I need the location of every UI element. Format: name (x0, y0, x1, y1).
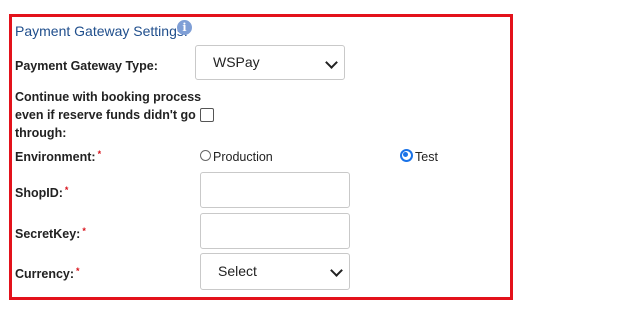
secret-key-label: SecretKey: * (15, 225, 86, 243)
currency-select[interactable]: Select (200, 253, 350, 290)
required-mark: * (82, 226, 86, 236)
continue-booking-label-line3: through: (15, 126, 67, 140)
secret-key-input[interactable] (200, 213, 350, 249)
currency-label: Currency: * (15, 265, 80, 283)
gateway-type-value: WSPay (213, 54, 260, 70)
shop-id-label: ShopID: * (15, 184, 68, 202)
environment-radio-test[interactable] (400, 149, 413, 162)
shop-id-label-text: ShopID: (15, 186, 63, 200)
environment-label-text: Environment: (15, 150, 96, 164)
environment-radio-production[interactable] (200, 150, 211, 161)
chevron-down-icon (330, 264, 343, 277)
info-icon[interactable]: i (177, 20, 192, 35)
section-title: Payment Gateway Settings: (15, 23, 188, 39)
continue-booking-label-line2: even if reserve funds didn't go (15, 108, 196, 122)
secret-key-label-text: SecretKey: (15, 227, 81, 241)
required-mark: * (97, 149, 102, 159)
continue-booking-label: Continue with booking process even if re… (15, 88, 201, 142)
chevron-down-icon (325, 56, 338, 69)
environment-label: Environment: * (15, 148, 101, 166)
required-mark: * (64, 185, 69, 195)
environment-option-test-label: Test (415, 150, 438, 164)
required-mark: * (76, 266, 80, 276)
continue-booking-checkbox[interactable] (200, 108, 214, 122)
environment-option-production-label: Production (213, 150, 273, 164)
continue-booking-label-line1: Continue with booking process (15, 90, 202, 104)
currency-label-text: Currency: (15, 267, 75, 281)
shop-id-input[interactable] (200, 172, 350, 208)
gateway-type-label: Payment Gateway Type: (15, 59, 158, 73)
gateway-type-select[interactable]: WSPay (195, 45, 345, 80)
currency-value: Select (218, 263, 257, 279)
